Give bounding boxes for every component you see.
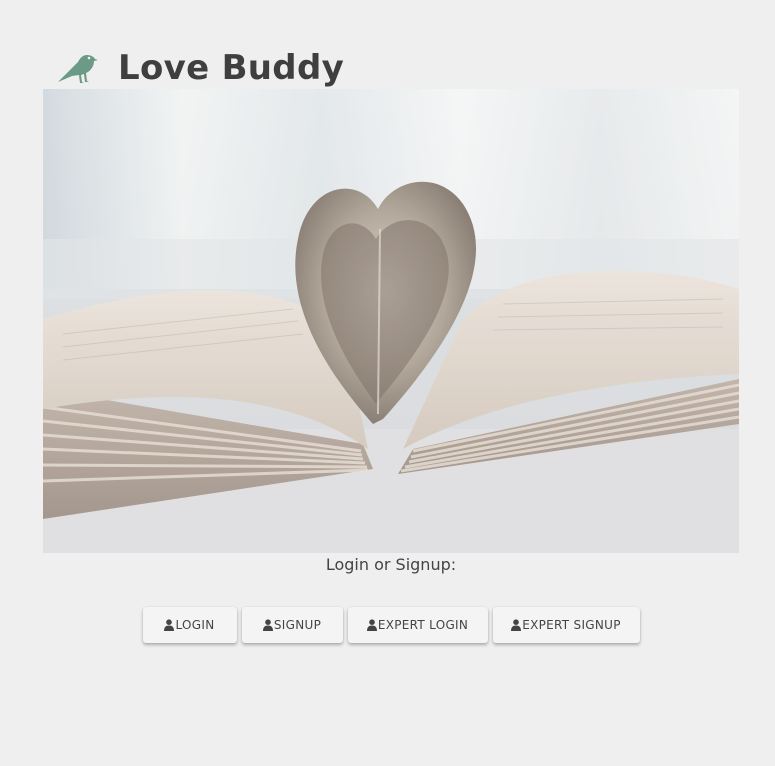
login-prompt: Login or Signup: [325,555,457,574]
expert-login-button-label: EXPERT LOGIN [377,618,469,632]
hero-image [43,89,739,553]
signup-button-label: SIGNUP [273,618,322,632]
user-icon [366,619,377,631]
signup-button[interactable]: SIGNUP [241,607,343,643]
user-icon [164,619,175,631]
user-icon [511,619,522,631]
login-button-label: LOGIN [175,618,215,632]
app-title: Love Buddy [118,48,345,88]
login-button[interactable]: LOGIN [142,607,237,643]
expert-signup-button-label: EXPERT SIGNUP [522,618,621,632]
expert-signup-button[interactable]: EXPERT SIGNUP [492,607,640,643]
expert-login-button[interactable]: EXPERT LOGIN [347,607,488,643]
bird-icon [58,55,98,83]
user-icon [262,619,273,631]
auth-button-row: LOGIN SIGNUP EXPERT LOGIN EXPERT SIGNUP [0,607,775,643]
app-header: Love Buddy [56,46,344,90]
